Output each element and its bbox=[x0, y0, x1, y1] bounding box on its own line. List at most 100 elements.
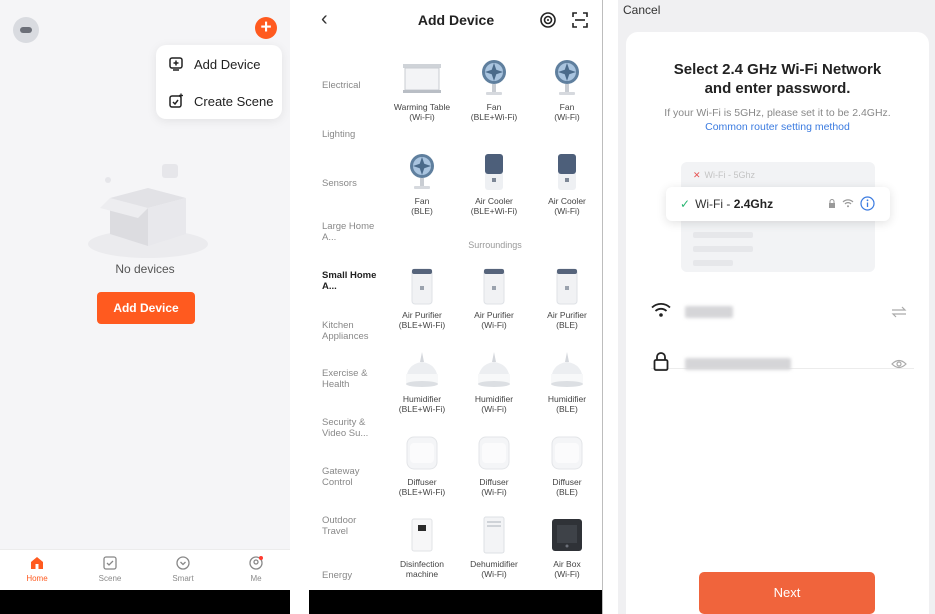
lock-small-icon bbox=[829, 199, 835, 208]
device-name: Air Purifier bbox=[402, 310, 442, 320]
device-name: Diffuser bbox=[479, 477, 509, 487]
device-tile[interactable]: Fan (Wi-Fi) bbox=[530, 58, 603, 122]
device-name: Air Cooler bbox=[548, 196, 586, 206]
device-tile[interactable]: Air Cooler (Wi-Fi) bbox=[530, 152, 603, 216]
device-tile[interactable]: Dehumidifier (Wi-Fi) bbox=[457, 515, 531, 579]
device-name: Warming Table bbox=[393, 102, 451, 112]
menu-item-add-device[interactable]: Add Device bbox=[168, 54, 260, 74]
home-selector-avatar[interactable] bbox=[13, 17, 39, 43]
category-item[interactable]: Sensors bbox=[322, 178, 384, 189]
category-item[interactable]: Exercise & Health bbox=[322, 368, 384, 390]
eye-icon[interactable] bbox=[891, 358, 907, 370]
switch-network-icon[interactable] bbox=[891, 306, 907, 318]
add-plus-button[interactable]: + bbox=[255, 17, 277, 39]
device-tile[interactable]: Diffuser (Wi-Fi) bbox=[457, 433, 531, 497]
home-icon bbox=[31, 557, 43, 569]
category-item[interactable]: Kitchen Appliances bbox=[322, 320, 384, 342]
tab-label: Scene bbox=[98, 574, 122, 583]
device-tile[interactable]: Air Purifier (Wi-Fi) bbox=[457, 266, 531, 330]
cancel-button[interactable]: Cancel bbox=[623, 3, 660, 17]
device-tile[interactable]: Disinfection machine bbox=[385, 515, 459, 579]
device-tile[interactable]: Air Box (Wi-Fi) bbox=[530, 515, 603, 579]
network-24g-card: ✓ Wi-Fi - 2.4Ghz bbox=[666, 187, 890, 221]
device-subtitle: (BLE+Wi-Fi) bbox=[398, 320, 446, 330]
category-item[interactable]: Large Home A... bbox=[322, 221, 384, 243]
me-icon bbox=[249, 556, 263, 570]
device-name: Fan bbox=[559, 102, 575, 112]
device-tile[interactable]: Warming Table (Wi-Fi) bbox=[385, 58, 459, 122]
device-name: Diffuser bbox=[407, 477, 437, 487]
tab-home[interactable]: Home bbox=[12, 555, 62, 583]
scan-nearby-icon[interactable] bbox=[539, 11, 557, 29]
cooler-device-icon bbox=[558, 154, 576, 190]
device-tile[interactable]: Diffuser (BLE+Wi-Fi) bbox=[385, 433, 459, 497]
device-subtitle: (BLE+Wi-Fi) bbox=[470, 112, 518, 122]
device-subtitle: (Wi-Fi) bbox=[481, 404, 507, 414]
wifi-title: Select 2.4 GHz Wi-Fi Network and enter p… bbox=[626, 60, 929, 98]
device-tile[interactable]: Humidifier (BLE+Wi-Fi) bbox=[385, 350, 459, 414]
device-subtitle: (Wi-Fi) bbox=[409, 112, 435, 122]
category-item[interactable]: Outdoor Travel bbox=[322, 515, 384, 537]
device-tile[interactable]: Humidifier (BLE) bbox=[530, 350, 603, 414]
device-subtitle: (Wi-Fi) bbox=[554, 206, 580, 216]
fan-device-icon bbox=[555, 60, 579, 95]
device-tile[interactable]: Air Purifier (BLE+Wi-Fi) bbox=[385, 266, 459, 330]
device-tile[interactable]: Fan (BLE+Wi-Fi) bbox=[457, 58, 531, 122]
create-scene-icon bbox=[169, 93, 183, 108]
device-tile[interactable]: Air Cooler (BLE+Wi-Fi) bbox=[457, 152, 531, 216]
table-device-icon bbox=[403, 64, 441, 93]
diffuser-device-icon bbox=[478, 436, 510, 470]
wifi-password-field[interactable] bbox=[651, 350, 907, 380]
humidifier-device-icon bbox=[406, 352, 438, 387]
tab-me[interactable]: Me bbox=[231, 555, 281, 583]
dehumidifier-device-icon bbox=[483, 516, 505, 554]
category-item[interactable]: Gateway Control bbox=[322, 466, 384, 488]
tab-smart[interactable]: Smart bbox=[158, 555, 208, 583]
device-name: Humidifier bbox=[474, 394, 514, 404]
device-tile[interactable]: Air Purifier (BLE) bbox=[530, 266, 603, 330]
device-subtitle: (BLE) bbox=[556, 404, 578, 414]
tab-label: Me bbox=[250, 574, 262, 583]
empty-box-illustration bbox=[88, 164, 208, 258]
wifi-hint: If your Wi-Fi is 5GHz, please set it to … bbox=[664, 107, 891, 119]
diffuser-device-icon bbox=[551, 436, 583, 470]
device-subtitle: (BLE+Wi-Fi) bbox=[398, 487, 446, 497]
device-name: Humidifier bbox=[547, 394, 587, 404]
tab-scene[interactable]: Scene bbox=[85, 555, 135, 583]
device-tile[interactable]: Fan (BLE) bbox=[385, 152, 459, 216]
network-5g: ✕ Wi-Fi - 5Ghz bbox=[693, 170, 755, 181]
network-24g-prefix: Wi-Fi - bbox=[695, 197, 734, 211]
panel-divider bbox=[602, 0, 603, 614]
device-tile[interactable]: Diffuser (BLE) bbox=[530, 433, 603, 497]
purifier-device-icon bbox=[556, 268, 578, 305]
diffuser-device-icon bbox=[406, 436, 438, 470]
lock-icon bbox=[653, 352, 669, 371]
device-subtitle: machine bbox=[405, 569, 439, 579]
device-name: Fan bbox=[486, 102, 502, 112]
info-icon[interactable] bbox=[860, 196, 875, 211]
menu-item-label: Add Device bbox=[194, 56, 261, 72]
scene-icon bbox=[103, 556, 117, 570]
next-button[interactable]: Next bbox=[699, 572, 875, 614]
menu-item-create-scene[interactable]: Create Scene bbox=[168, 91, 274, 111]
network-5g-band: 5Ghz bbox=[733, 170, 756, 180]
humidifier-device-icon bbox=[551, 352, 583, 387]
qr-scan-icon[interactable] bbox=[571, 11, 589, 29]
wifi-ssid-field[interactable] bbox=[651, 298, 907, 328]
device-tile[interactable]: Humidifier (Wi-Fi) bbox=[457, 350, 531, 414]
category-item[interactable]: Electrical bbox=[322, 80, 384, 91]
purifier-device-icon bbox=[483, 268, 505, 305]
category-item[interactable]: Lighting bbox=[322, 129, 384, 140]
category-item[interactable]: Energy bbox=[322, 570, 384, 581]
category-item[interactable]: Security & Video Su... bbox=[322, 417, 384, 439]
home-screen: + Add Device Create Scene No devices Add… bbox=[0, 0, 290, 614]
category-item[interactable]: Small Home A... bbox=[322, 270, 384, 292]
network-24g-band: 2.4Ghz bbox=[733, 197, 774, 211]
password-blurred-value bbox=[685, 358, 791, 370]
router-setting-link[interactable]: Common router setting method bbox=[626, 121, 929, 133]
add-device-button[interactable]: Add Device bbox=[97, 292, 195, 324]
fan-device-icon bbox=[410, 154, 434, 189]
system-nav-bar bbox=[309, 590, 603, 614]
placeholder-bar bbox=[693, 260, 733, 266]
tab-label: Home bbox=[26, 574, 48, 583]
